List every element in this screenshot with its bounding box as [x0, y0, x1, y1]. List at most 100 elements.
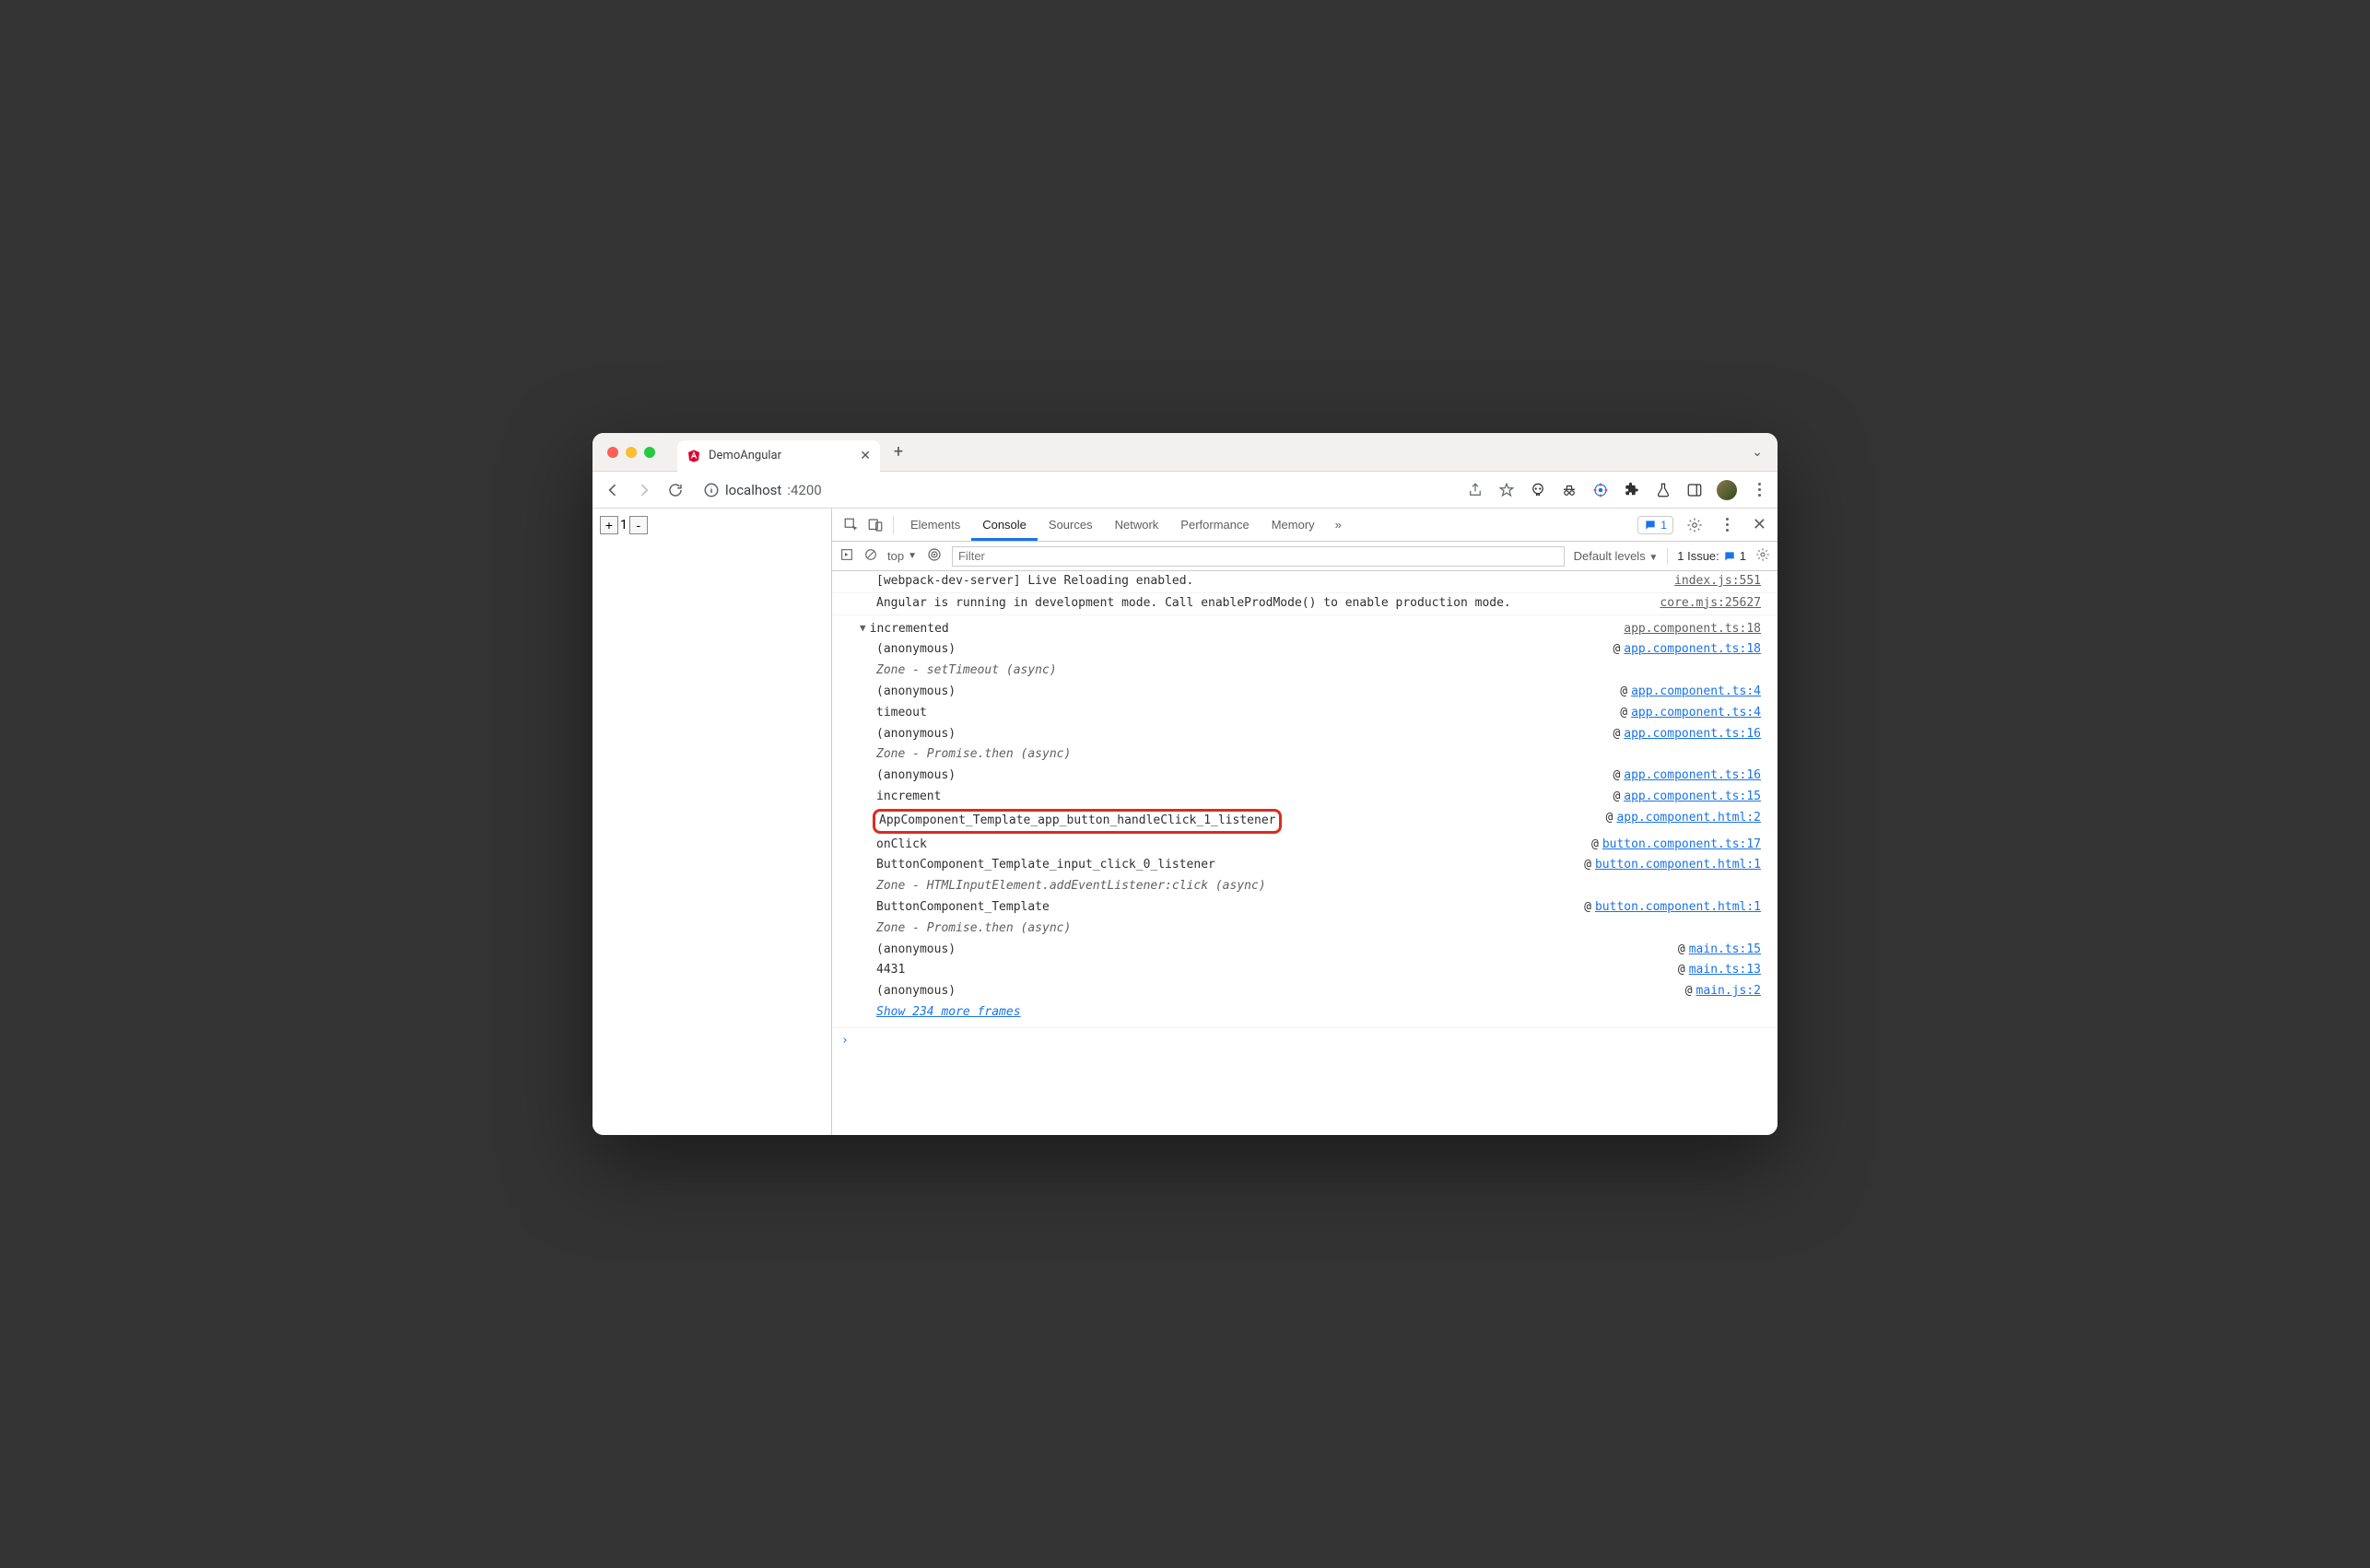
tab-sources[interactable]: Sources [1038, 509, 1104, 541]
share-icon[interactable] [1466, 481, 1484, 499]
site-info-icon[interactable] [703, 482, 720, 498]
trace-header[interactable]: ▼ incremented app.component.ts:18 [832, 619, 1778, 640]
bookmark-icon[interactable] [1497, 481, 1516, 499]
reload-button[interactable] [664, 479, 686, 501]
devtools-menu-icon[interactable] [1716, 513, 1740, 537]
incognito-icon[interactable] [1560, 481, 1578, 499]
new-tab-button[interactable]: + [886, 442, 911, 462]
url-host: localhost [725, 482, 781, 498]
tab-console[interactable]: Console [971, 509, 1038, 541]
toolbar-icons [1466, 480, 1768, 500]
frame-source-link[interactable]: button.component.ts:17 [1602, 836, 1761, 855]
panel-icon[interactable] [1685, 481, 1704, 499]
frame-source-link[interactable]: app.component.ts:18 [1624, 640, 1761, 660]
frame-source-link[interactable]: app.component.ts:16 [1624, 725, 1761, 744]
stack-frame: AppComponent_Template_app_button_handleC… [832, 808, 1778, 835]
labs-icon[interactable] [1654, 481, 1672, 499]
at-symbol: @ [1584, 898, 1591, 918]
log-line: [webpack-dev-server] Live Reloading enab… [832, 571, 1778, 593]
tab-close-icon[interactable]: ✕ [860, 449, 871, 463]
increment-button[interactable]: + [600, 516, 618, 534]
at-symbol: @ [1606, 809, 1613, 834]
stack-frame: (anonymous)@main.ts:15 [832, 940, 1778, 961]
frame-source-link[interactable]: main.ts:15 [1689, 941, 1761, 960]
frame-source-link[interactable]: button.component.html:1 [1595, 856, 1761, 875]
stack-frame: Zone - Promise.then (async) [832, 919, 1778, 940]
maximize-window-icon[interactable] [644, 447, 655, 458]
at-symbol: @ [1613, 788, 1620, 807]
url-port: :4200 [787, 482, 821, 498]
extension-target-icon[interactable] [1591, 481, 1610, 499]
console-filter[interactable] [952, 546, 1565, 567]
frame-source-link[interactable]: button.component.html:1 [1595, 898, 1761, 918]
frame-function: Zone - setTimeout (async) [876, 661, 1761, 681]
issues-count: 1 [1660, 519, 1667, 532]
frame-function: Zone - Promise.then (async) [876, 919, 1761, 939]
frame-source-link[interactable]: app.component.html:2 [1616, 809, 1761, 834]
frame-source-link[interactable]: app.component.ts:16 [1624, 766, 1761, 786]
stack-frame: 4431@main.ts:13 [832, 960, 1778, 981]
back-button[interactable] [602, 479, 624, 501]
frame-source-link[interactable]: app.component.ts:4 [1631, 704, 1761, 723]
frame-function: Zone - HTMLInputElement.addEventListener… [876, 877, 1761, 896]
log-source-link[interactable]: index.js:551 [1674, 572, 1761, 591]
frame-source-link[interactable]: main.js:2 [1696, 982, 1761, 1001]
disclosure-triangle-icon[interactable]: ▼ [860, 620, 866, 639]
console-sidebar-toggle[interactable] [839, 547, 854, 565]
inspect-icon[interactable] [839, 513, 863, 537]
device-toolbar-icon[interactable] [863, 513, 887, 537]
frame-function: onClick [876, 836, 1591, 855]
devtools-panel: Elements Console Sources Network Perform… [832, 509, 1778, 1135]
issues-badge[interactable]: 1 [1637, 516, 1673, 534]
console-prompt[interactable]: › [832, 1028, 1778, 1055]
frame-source-link[interactable]: app.component.ts:15 [1624, 788, 1761, 807]
profile-avatar[interactable] [1717, 480, 1737, 500]
tabs-overflow-icon[interactable]: ⌄ [1752, 445, 1763, 460]
page-content: + 1 - [592, 509, 832, 1135]
frame-source-link[interactable]: app.component.ts:4 [1631, 683, 1761, 702]
frame-function: (anonymous) [876, 640, 1613, 660]
stack-frame: (anonymous)@app.component.ts:18 [832, 639, 1778, 661]
stack-frame: Zone - HTMLInputElement.addEventListener… [832, 876, 1778, 897]
stack-frame: (anonymous)@main.js:2 [832, 981, 1778, 1002]
stack-trace: ▼ incremented app.component.ts:18 (anony… [832, 615, 1778, 1028]
tabs-more-icon[interactable]: » [1326, 518, 1351, 532]
frame-function: Zone - Promise.then (async) [876, 745, 1761, 765]
at-symbol: @ [1620, 683, 1627, 702]
log-line: Angular is running in development mode. … [832, 593, 1778, 615]
frame-source-link[interactable]: main.ts:13 [1689, 961, 1761, 980]
issues-link[interactable]: 1 Issue: 1 [1677, 549, 1746, 563]
angular-icon [686, 449, 701, 463]
stack-frame: onClick@button.component.ts:17 [832, 835, 1778, 856]
close-window-icon[interactable] [607, 447, 618, 458]
trace-source-link[interactable]: app.component.ts:18 [1624, 620, 1761, 639]
stack-frame: (anonymous)@app.component.ts:4 [832, 682, 1778, 703]
log-message: Angular is running in development mode. … [876, 594, 1641, 614]
filter-input[interactable] [952, 546, 1565, 567]
frame-function: 4431 [876, 961, 1678, 980]
devtools-close-icon[interactable]: ✕ [1749, 515, 1770, 534]
url-bar[interactable]: localhost :4200 [703, 482, 1457, 498]
tab-memory[interactable]: Memory [1261, 509, 1326, 541]
minimize-window-icon[interactable] [626, 447, 637, 458]
live-expression-icon[interactable] [926, 546, 943, 566]
extension-skull-icon[interactable] [1529, 481, 1547, 499]
extensions-icon[interactable] [1623, 481, 1641, 499]
settings-icon[interactable] [1683, 513, 1707, 537]
context-selector[interactable]: top ▼ [887, 549, 917, 563]
browser-tab[interactable]: DemoAngular ✕ [677, 440, 880, 472]
clear-console-icon[interactable] [863, 547, 878, 565]
log-source-link[interactable]: core.mjs:25627 [1660, 594, 1761, 614]
log-levels-selector[interactable]: Default levels ▼ [1574, 549, 1659, 563]
frame-function: ButtonComponent_Template_input_click_0_l… [876, 856, 1584, 875]
tab-elements[interactable]: Elements [899, 509, 971, 541]
counter-value: 1 [618, 518, 629, 532]
devtools-tabs: Elements Console Sources Network Perform… [832, 509, 1778, 542]
console-settings-icon[interactable] [1755, 547, 1770, 565]
browser-menu-icon[interactable] [1750, 481, 1768, 499]
decrement-button[interactable]: - [629, 516, 648, 534]
stack-frame: ButtonComponent_Template_input_click_0_l… [832, 855, 1778, 876]
tab-network[interactable]: Network [1104, 509, 1170, 541]
show-more-frames[interactable]: Show 234 more frames [832, 1002, 1778, 1024]
tab-performance[interactable]: Performance [1169, 509, 1260, 541]
